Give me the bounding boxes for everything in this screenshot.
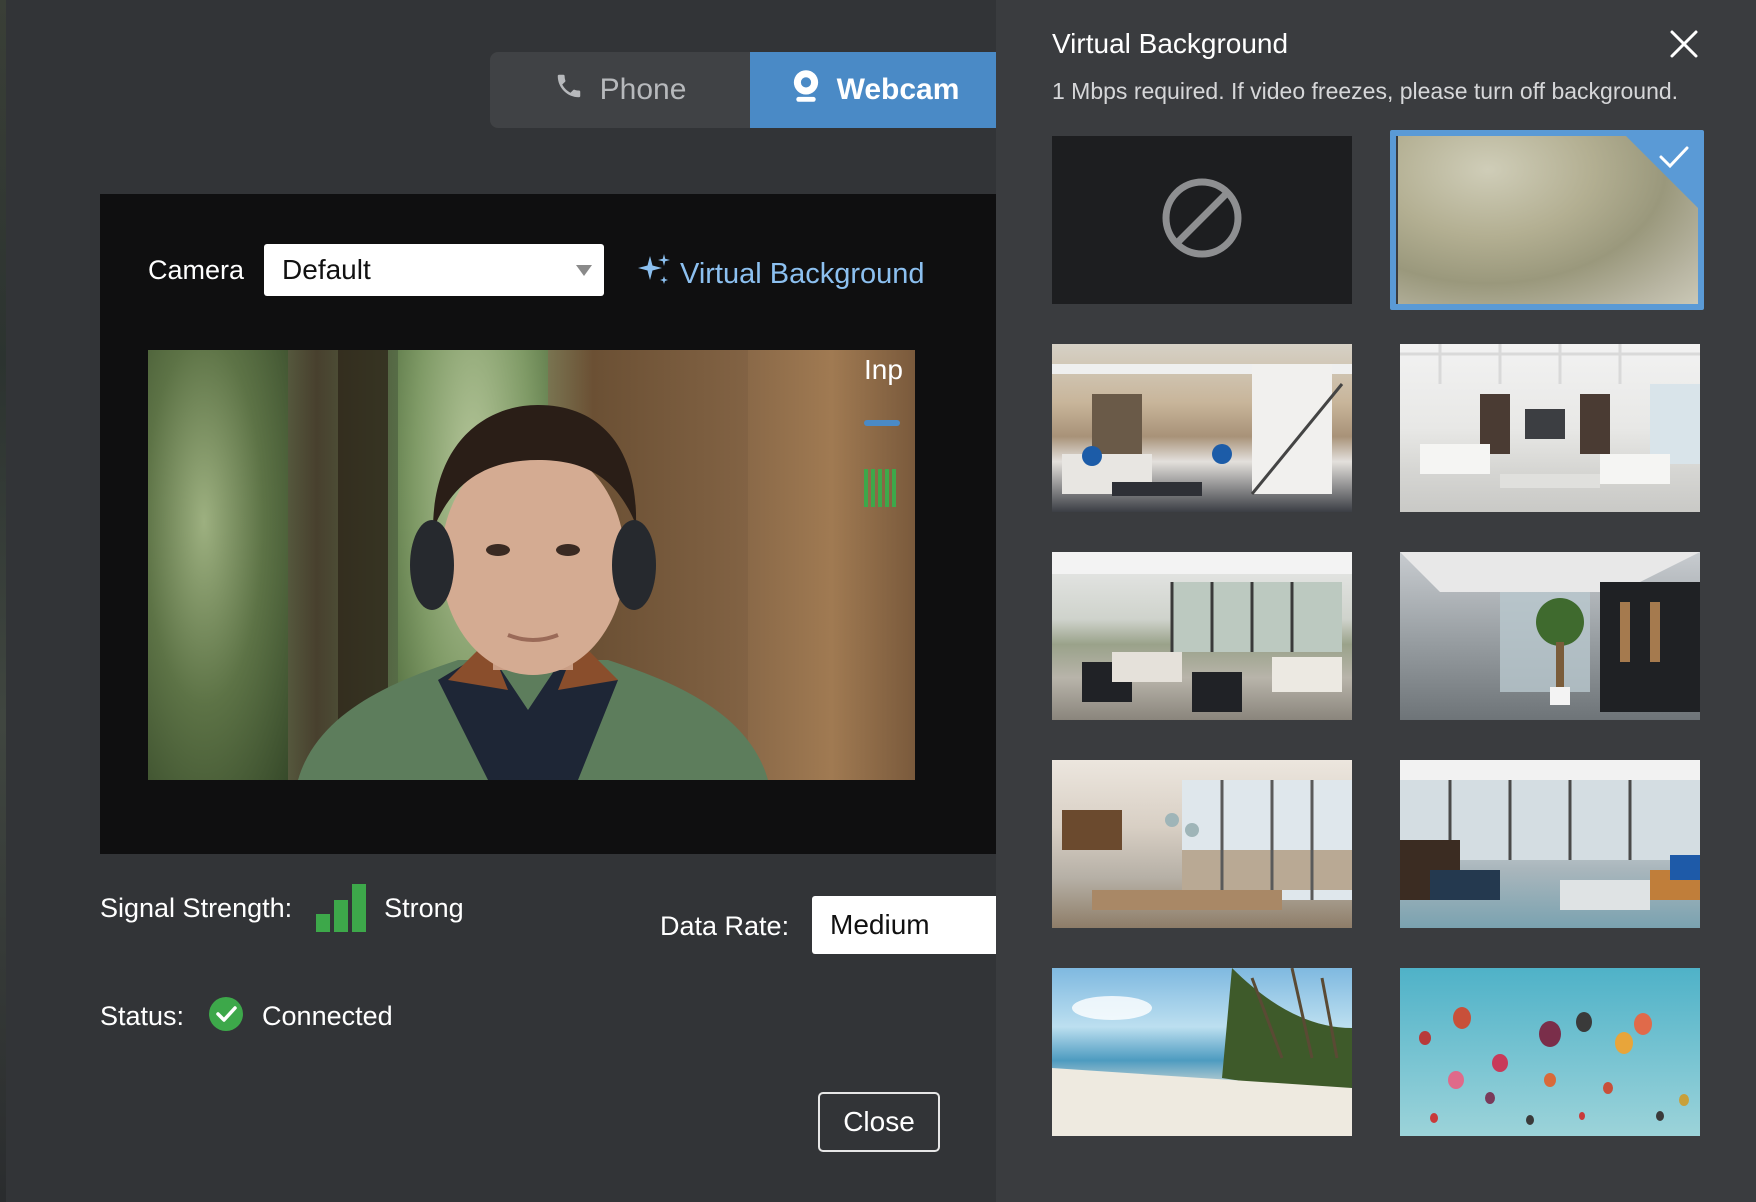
signal-strength-label: Signal Strength: (100, 892, 293, 923)
tab-phone-label: Phone (599, 73, 687, 106)
audio-level-meter (864, 469, 896, 507)
chevron-down-icon (576, 265, 593, 276)
phone-icon (554, 71, 600, 109)
virtual-background-link-label: Virtual Background (680, 257, 925, 290)
check-icon (1658, 144, 1690, 175)
background-option-beach[interactable] (1052, 968, 1352, 1136)
camera-row: Camera Default (148, 244, 605, 296)
camera-select-value: Default (282, 254, 371, 285)
living-room-image (1052, 364, 1352, 496)
camera-select[interactable]: Default (264, 244, 605, 296)
panel-subtitle: 1 Mbps required. If video freezes, pleas… (1052, 78, 1679, 104)
sparkle-icon (636, 252, 680, 296)
hot-air-balloons-image (1419, 1007, 1689, 1125)
background-option-none[interactable] (1052, 136, 1352, 304)
check-circle-icon (184, 996, 262, 1037)
tab-webcam-label: Webcam (836, 73, 960, 106)
video-preview-panel: Camera Default Virtual Background Inp (100, 194, 1000, 854)
tab-webcam[interactable]: Webcam (750, 52, 1000, 128)
selected-background-frame (1390, 130, 1704, 310)
signal-strength-value: Strong (384, 892, 464, 923)
camera-label: Camera (148, 254, 245, 285)
background-option-hot-air-balloons[interactable] (1400, 968, 1700, 1136)
webcam-preview (148, 350, 915, 780)
signal-bars-icon (316, 884, 367, 932)
status-value: Connected (262, 1001, 393, 1031)
office-lobby-image (1400, 552, 1700, 712)
virtual-background-link[interactable]: Virtual Background (636, 252, 925, 296)
close-button[interactable]: Close (818, 1092, 940, 1152)
background-edge (0, 0, 6, 1202)
close-icon[interactable] (1668, 28, 1700, 60)
no-background-icon (1160, 176, 1244, 265)
tab-phone[interactable]: Phone (490, 52, 750, 128)
data-rate-select[interactable]: Medium (812, 896, 1002, 954)
beach-image (1052, 968, 1352, 1136)
person-silhouette (298, 405, 768, 780)
status-row: Status: Connected (100, 996, 393, 1037)
modern-lounge-image (1052, 552, 1352, 712)
background-option-white-living-room[interactable] (1400, 344, 1700, 512)
signal-strength-row: Signal Strength: Strong (100, 884, 464, 932)
office-lounge-image (1400, 760, 1700, 910)
panel-title: Virtual Background (1052, 28, 1289, 59)
status-label: Status: (100, 1001, 185, 1031)
source-tabs: Phone Webcam (490, 52, 1000, 128)
input-slider[interactable] (864, 420, 900, 426)
background-option-dining-room-view[interactable] (1052, 760, 1352, 928)
background-option-modern-lounge[interactable] (1052, 552, 1352, 720)
background-option-office-lobby[interactable] (1400, 552, 1700, 720)
background-option-living-room[interactable] (1052, 344, 1352, 512)
dining-room-view-image (1062, 780, 1352, 910)
webcam-settings-dialog: Phone Webcam Camera Default Virtual Back… (0, 0, 1002, 1202)
white-living-room-image (1400, 344, 1700, 488)
data-rate-label: Data Rate: (660, 911, 790, 941)
background-option-office-lounge[interactable] (1400, 760, 1700, 928)
data-rate-value: Medium (830, 909, 930, 940)
input-label: Inp (864, 354, 903, 385)
webcam-icon (791, 69, 837, 111)
